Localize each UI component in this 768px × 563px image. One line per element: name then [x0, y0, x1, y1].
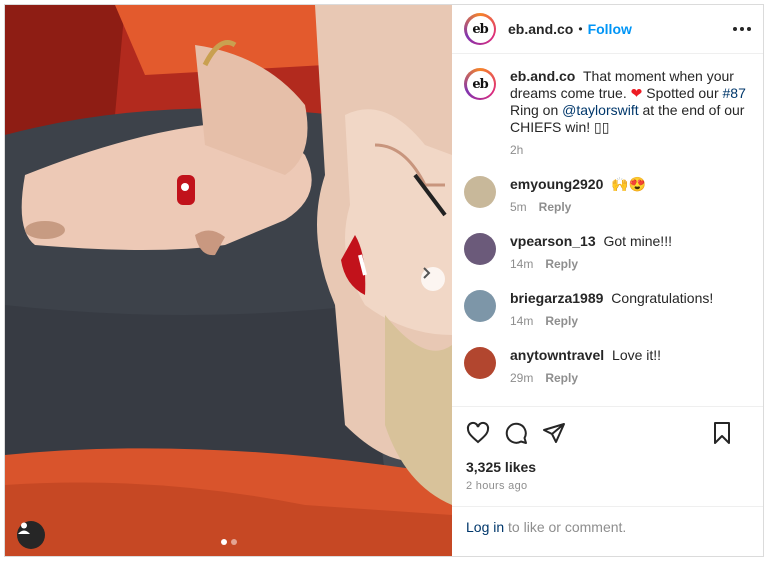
comment-item: vpearson_13 Got mine!!! 14m Reply [464, 233, 747, 273]
comment-text: Love it!! [612, 347, 662, 363]
reply-button[interactable]: Reply [539, 200, 572, 214]
heart-icon [466, 421, 490, 444]
comment-time: 5m [510, 200, 527, 214]
comment-username[interactable]: emyoung2920 [510, 176, 603, 192]
hashtag-link[interactable]: #87 [723, 85, 746, 101]
avatar-logo-text: eb [466, 15, 494, 43]
comment-username[interactable]: anytowntravel [510, 347, 604, 363]
comment-time: 29m [510, 371, 534, 385]
comment-time: 14m [510, 257, 534, 271]
next-image-button[interactable] [421, 267, 445, 291]
separator-dot: • [578, 22, 583, 36]
bookmark-icon [714, 422, 730, 444]
instagram-post-window: eb eb.and.co • Follow eb eb.and.co That … [4, 4, 764, 557]
post-actions: 3,325 likes 2 hours ago Log in to like o… [452, 406, 763, 556]
comment-time: 14m [510, 314, 534, 328]
reply-button[interactable]: Reply [545, 371, 578, 385]
comment-text: Congratulations! [611, 290, 714, 306]
author-avatar[interactable]: eb [464, 13, 496, 45]
caption-avatar[interactable]: eb [464, 68, 496, 100]
comment-item: briegarza1989 Congratulations! 14m Reply [464, 290, 747, 330]
post-image[interactable] [5, 5, 452, 556]
comment-text: Got mine!!! [603, 233, 672, 249]
carousel-dot-1 [221, 539, 227, 545]
paper-plane-icon [543, 423, 565, 443]
login-link[interactable]: Log in [466, 519, 504, 535]
mention-link[interactable]: @taylorswift [562, 102, 638, 118]
author-username[interactable]: eb.and.co [508, 21, 573, 37]
post-timestamp: 2 hours ago [466, 480, 528, 492]
post-sidebar: eb eb.and.co • Follow eb eb.and.co That … [452, 5, 763, 556]
carousel-indicator [221, 539, 237, 545]
caption: eb eb.and.co That moment when your dream… [464, 68, 747, 159]
login-prompt-text: to like or comment. [508, 519, 627, 535]
more-horizontal-icon [733, 27, 737, 31]
carousel-dot-2 [231, 539, 237, 545]
caption-username[interactable]: eb.and.co [510, 68, 575, 84]
caption-time: 2h [510, 143, 524, 157]
comment-avatar[interactable] [464, 233, 496, 265]
comment-avatar[interactable] [464, 176, 496, 208]
tagged-users-button[interactable] [17, 521, 45, 549]
post-photo-illustration [5, 5, 452, 556]
comments-section[interactable]: eb eb.and.co That moment when your dream… [452, 54, 763, 406]
share-button[interactable] [542, 421, 566, 445]
comment-avatar[interactable] [464, 347, 496, 379]
comment-text: 🙌😍 [611, 176, 647, 192]
post-header: eb eb.and.co • Follow [452, 5, 763, 54]
caption-text-mid: Spotted our [646, 85, 719, 101]
comment-button[interactable] [504, 421, 528, 445]
chevron-right-icon [423, 267, 431, 279]
comment-icon [505, 422, 527, 444]
comment-item: emyoung2920 🙌😍 5m Reply [464, 176, 747, 216]
user-tag-icon [18, 522, 30, 534]
caption-text-mid2: Ring on [510, 102, 559, 118]
more-options-button[interactable] [733, 27, 751, 31]
login-prompt: Log in to like or comment. [452, 506, 763, 547]
heart-emoji: ❤ [630, 85, 643, 101]
save-button[interactable] [711, 421, 733, 445]
comment-avatar[interactable] [464, 290, 496, 322]
comment-username[interactable]: vpearson_13 [510, 233, 596, 249]
follow-button[interactable]: Follow [588, 21, 632, 37]
comment-item: anytowntravel Love it!! 29m Reply [464, 347, 747, 387]
reply-button[interactable]: Reply [545, 257, 578, 271]
reply-button[interactable]: Reply [545, 314, 578, 328]
comment-username[interactable]: briegarza1989 [510, 290, 603, 306]
like-button[interactable] [466, 421, 490, 445]
likes-count[interactable]: 3,325 likes [466, 459, 747, 475]
